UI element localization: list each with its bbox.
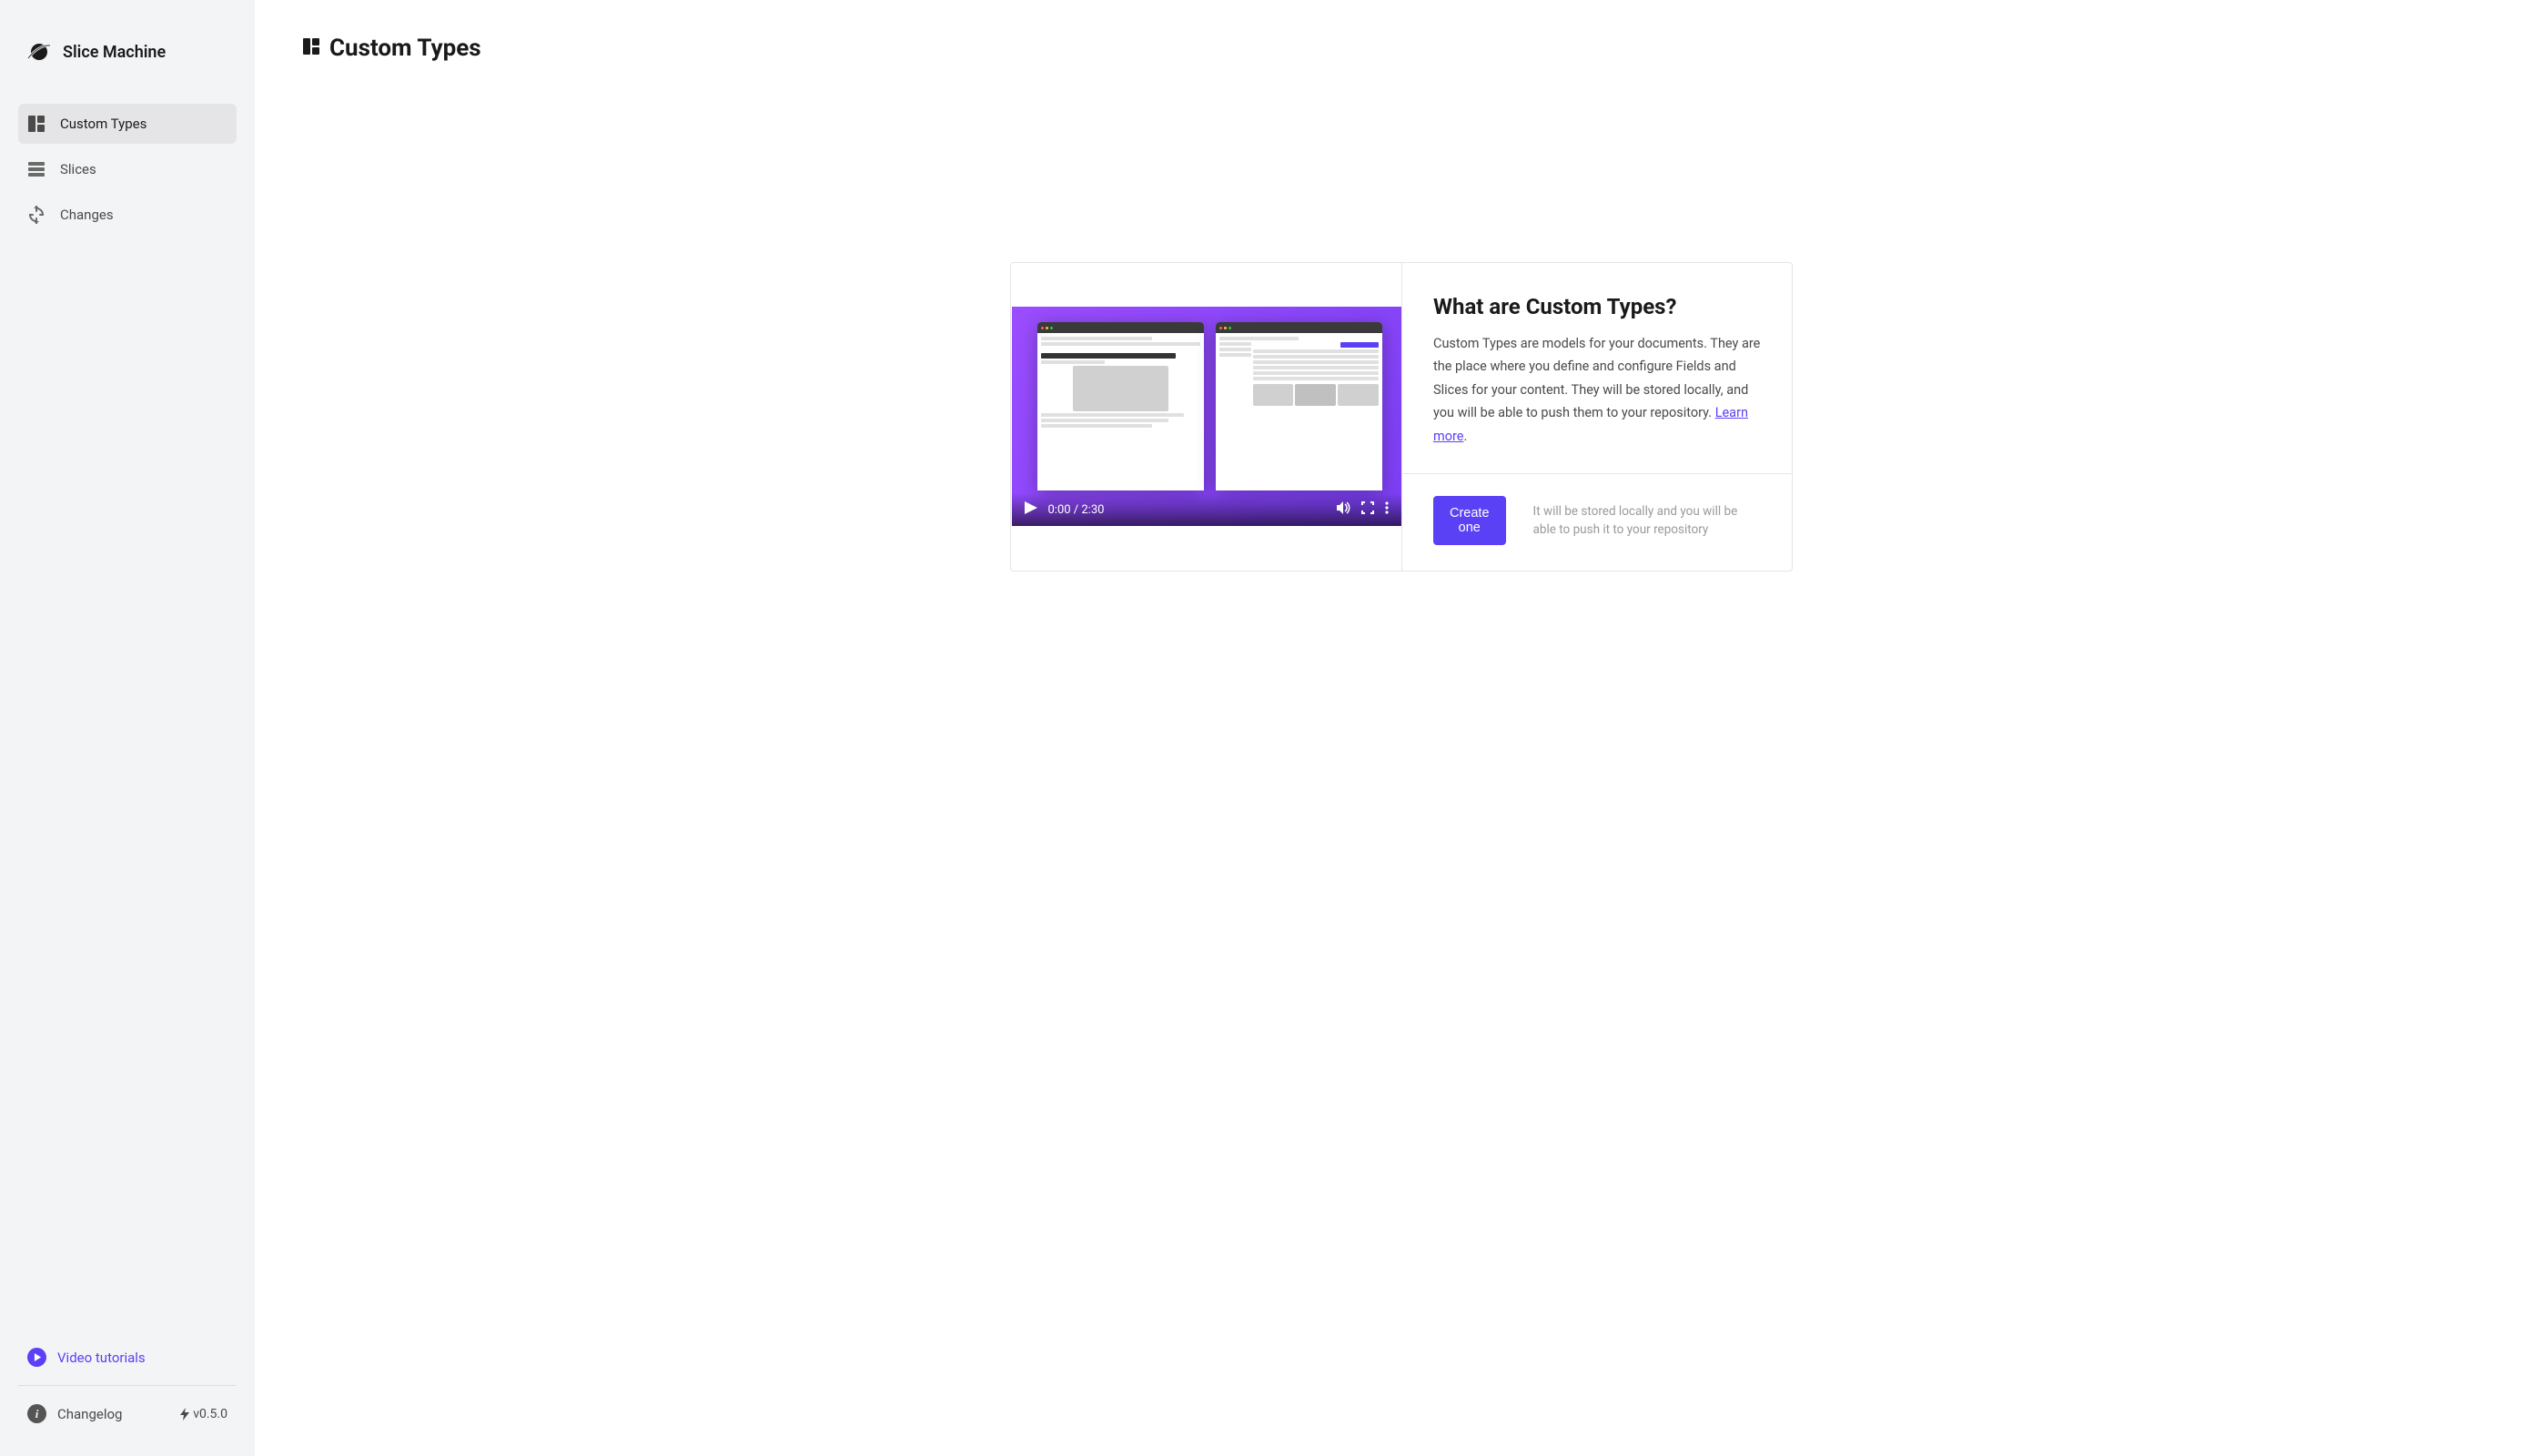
sidebar-item-label: Changes (60, 207, 114, 223)
tutorial-video[interactable]: 0:00 / 2:30 (1012, 307, 1401, 526)
video-panel: 0:00 / 2:30 (1011, 263, 1402, 571)
custom-types-header-icon (302, 37, 320, 59)
video-time: 0:00 / 2:30 (1048, 503, 1105, 517)
create-hint: It will be stored locally and you will b… (1533, 502, 1761, 540)
sidebar-item-slices[interactable]: Slices (18, 149, 237, 189)
slice-machine-logo-icon (27, 40, 51, 64)
action-block: Create one It will be stored locally and… (1402, 473, 1792, 571)
changelog-label: Changelog (57, 1406, 122, 1422)
divider (18, 1385, 237, 1386)
fullscreen-button[interactable] (1361, 501, 1374, 518)
video-tutorials-link[interactable]: Video tutorials (18, 1333, 237, 1381)
info-icon: i (27, 1404, 46, 1423)
intro-card: 0:00 / 2:30 (1010, 262, 1793, 571)
video-tutorials-label: Video tutorials (57, 1350, 146, 1366)
sidebar-item-custom-types[interactable]: Custom Types (18, 104, 237, 144)
version-badge: v0.5.0 (180, 1407, 228, 1421)
sidebar-bottom: Video tutorials i Changelog v0.5.0 (18, 1333, 237, 1438)
mock-browser-left (1037, 322, 1204, 490)
lightning-icon (180, 1408, 189, 1421)
info-panel: What are Custom Types? Custom Types are … (1402, 263, 1792, 571)
volume-button[interactable] (1336, 500, 1350, 519)
mock-browser-right (1216, 322, 1382, 490)
sidebar-item-label: Slices (60, 161, 96, 177)
page-header: Custom Types (302, 35, 2501, 62)
version-text: v0.5.0 (193, 1407, 228, 1421)
page-title: Custom Types (329, 35, 481, 62)
main-content: Custom Types (255, 0, 2548, 1456)
changelog-link[interactable]: i Changelog v0.5.0 (18, 1390, 237, 1438)
logo-row: Slice Machine (18, 18, 237, 104)
more-button[interactable] (1385, 501, 1389, 518)
info-description: Custom Types are models for your documen… (1433, 332, 1761, 448)
info-heading: What are Custom Types? (1433, 294, 1761, 319)
create-one-button[interactable]: Create one (1433, 496, 1506, 545)
play-icon (27, 1348, 46, 1367)
custom-types-icon (27, 115, 46, 133)
play-button[interactable] (1025, 501, 1037, 518)
slices-icon (27, 160, 46, 178)
app-name: Slice Machine (63, 43, 166, 62)
sidebar-item-changes[interactable]: Changes (18, 195, 237, 235)
video-controls: 0:00 / 2:30 (1012, 493, 1401, 526)
changes-icon (27, 206, 46, 224)
sidebar-item-label: Custom Types (60, 116, 147, 132)
sidebar: Slice Machine Custom Types Slices (0, 0, 255, 1456)
sidebar-nav: Custom Types Slices Changes (18, 104, 237, 235)
